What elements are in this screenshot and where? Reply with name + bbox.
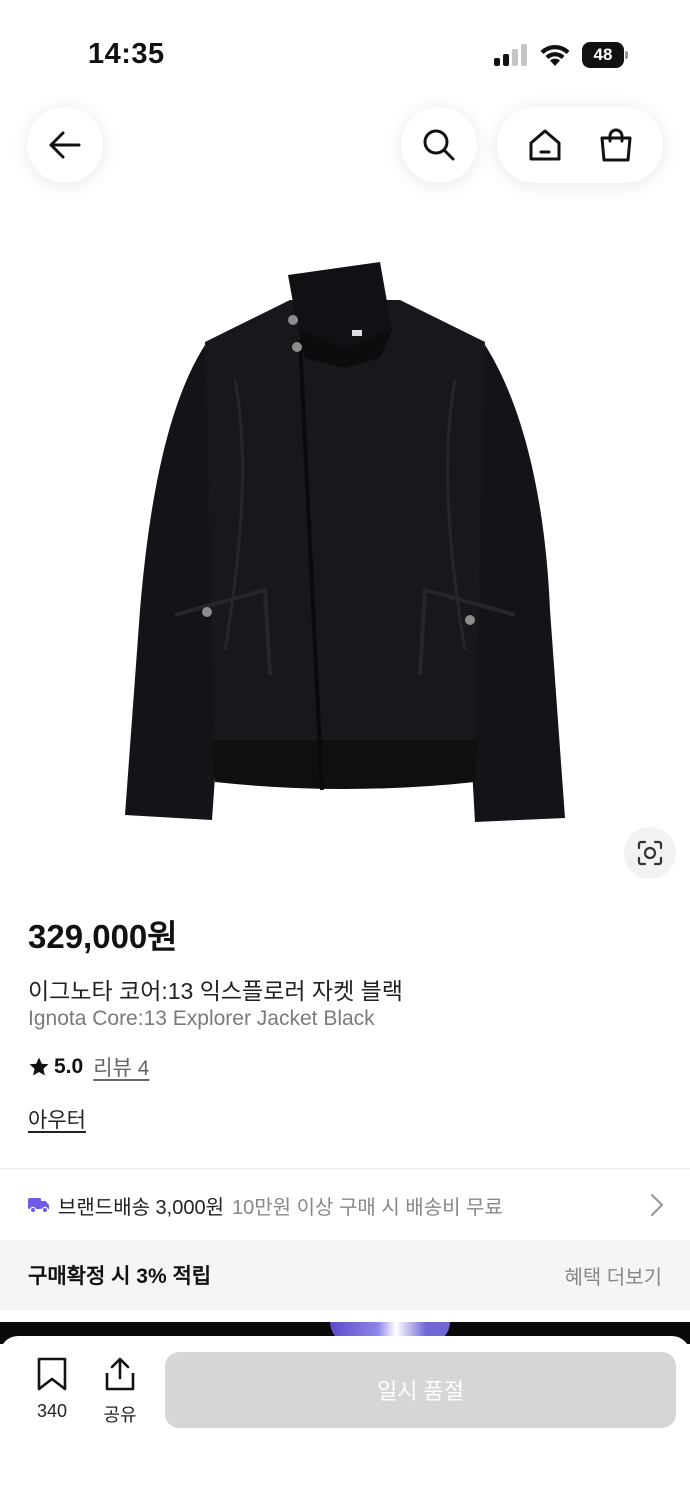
rating-row: 5.0 리뷰 4 <box>28 1053 149 1081</box>
product-name-en: Ignota Core:13 Explorer Jacket Black <box>28 1007 375 1030</box>
shipping-row[interactable]: 브랜드배송 3,000원 10만원 이상 구매 시 배송비 무료 <box>0 1172 690 1238</box>
arrow-left-icon <box>49 131 81 159</box>
reward-banner: 구매확정 시 3% 적립 혜택 더보기 <box>0 1240 690 1310</box>
battery-level: 48 <box>582 42 624 68</box>
status-time: 14:35 <box>88 38 165 70</box>
category-link[interactable]: 아우터 <box>28 1104 86 1134</box>
image-search-button[interactable] <box>624 827 676 879</box>
back-button[interactable] <box>27 107 103 183</box>
benefits-more-link[interactable]: 혜택 더보기 <box>564 1261 662 1290</box>
cellular-signal-icon <box>494 44 530 66</box>
status-bar: 14:35 48 <box>0 0 690 100</box>
home-cart-group <box>497 107 663 183</box>
home-button[interactable] <box>517 117 573 173</box>
cart-button[interactable] <box>588 117 644 173</box>
truck-icon <box>28 1198 49 1213</box>
lens-icon <box>637 840 663 866</box>
share-button[interactable]: 공유 <box>94 1356 146 1426</box>
shipping-label: 브랜드배송 3,000원 <box>58 1196 225 1219</box>
bookmark-count: 340 <box>36 1401 68 1421</box>
reward-text: 구매확정 시 3% 적립 <box>28 1265 212 1288</box>
bookmark-button[interactable]: 340 <box>26 1356 78 1426</box>
product-image[interactable] <box>0 230 690 870</box>
share-icon <box>105 1357 135 1391</box>
section-divider <box>0 1168 690 1170</box>
review-link[interactable]: 리뷰 4 <box>93 1052 149 1082</box>
product-price: 329,000원 <box>28 918 178 955</box>
home-icon <box>529 129 560 161</box>
soldout-button[interactable]: 일시 품절 <box>165 1352 676 1428</box>
product-name-ko: 이그노타 코어:13 익스플로러 자켓 블랙 <box>28 978 403 1004</box>
shipping-note: 10만원 이상 구매 시 배송비 무료 <box>232 1196 503 1219</box>
battery-icon: 48 <box>582 42 628 68</box>
chevron-right-icon <box>650 1193 664 1217</box>
search-button[interactable] <box>401 107 477 183</box>
shopping-bag-icon <box>600 128 631 162</box>
star-icon <box>29 1057 49 1076</box>
wifi-icon <box>540 44 570 66</box>
share-label: 공유 <box>103 1405 137 1425</box>
search-icon <box>423 129 455 161</box>
rating-value: 5.0 <box>54 1055 84 1078</box>
bottom-action-bar: 340 공유 일시 품절 <box>0 1336 690 1500</box>
bookmark-icon <box>37 1357 67 1391</box>
